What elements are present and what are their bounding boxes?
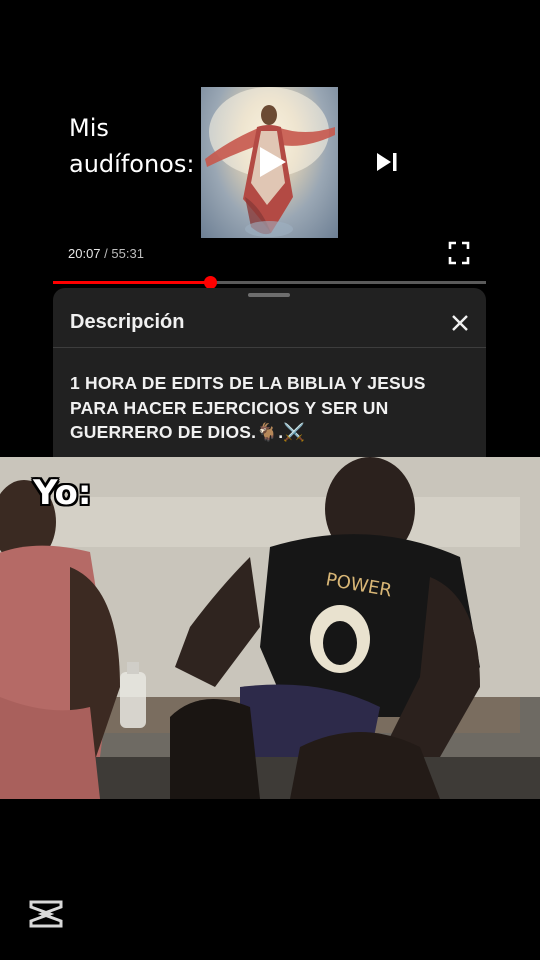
fullscreen-icon[interactable] [448, 241, 470, 265]
description-panel: Descripción 1 HORA DE EDITS DE LA BIBLIA… [53, 288, 486, 458]
skip-next-icon[interactable] [376, 152, 398, 172]
caption-top-line2: audífonos: [69, 150, 195, 178]
play-icon[interactable] [258, 145, 288, 179]
time-separator: / [100, 246, 112, 261]
drag-handle[interactable] [248, 293, 290, 297]
meme-caption-top: Mis audífonos: [69, 110, 194, 182]
progress-bar[interactable] [53, 276, 486, 289]
current-time: 20:07 [68, 246, 101, 261]
description-text: 1 HORA DE EDITS DE LA BIBLIA Y JESUS PAR… [70, 373, 426, 442]
caption-top-line1: Mis [69, 114, 109, 142]
capcut-logo-icon [29, 900, 63, 928]
divider [53, 347, 486, 348]
total-time: 55:31 [111, 246, 144, 261]
description-title: Descripción [70, 311, 185, 333]
meme-caption-bottom: Yo: [33, 473, 92, 513]
time-display: 20:07 / 55:31 [68, 246, 144, 261]
close-icon[interactable] [449, 312, 471, 334]
progress-fill [53, 281, 211, 284]
